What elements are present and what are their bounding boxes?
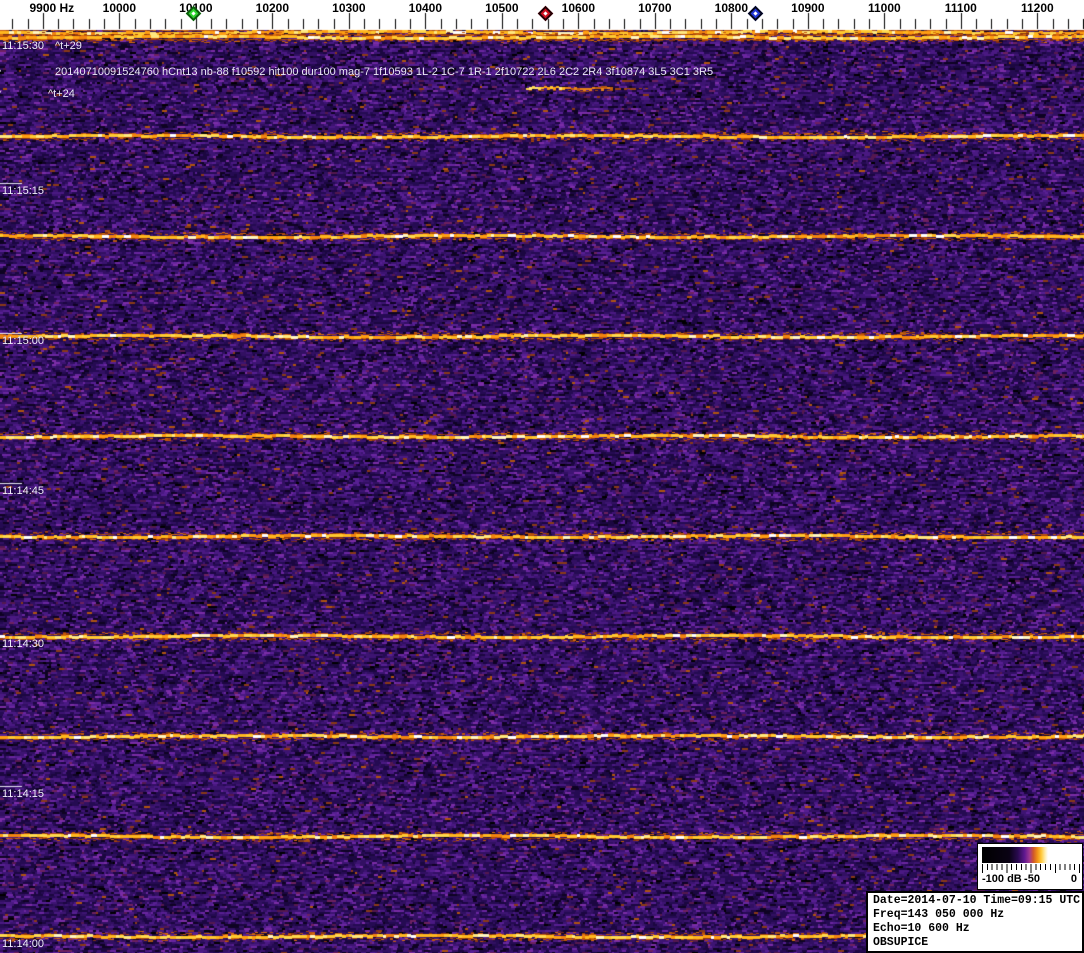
spectrogram-canvas[interactable] [0,0,1084,953]
marker-diamond-core [543,11,548,16]
colorbar-mid-label: -50 [1024,873,1040,885]
colorbar-max-label: 0 [1070,873,1077,885]
spectrogram-screen: 9900 Hz100001010010200103001040010500106… [0,0,1084,953]
colorbar-gradient [982,847,1079,863]
colorbar-min-label: -100 dB [982,873,1022,885]
marker-diamond-core [753,11,758,16]
info-frequency: Freq=143 050 000 Hz [873,908,1005,921]
annotation-t29: ^t+29 [55,40,82,52]
annotation-t24: ^t+24 [48,88,75,100]
annotation-edge-caret-2: ^ [0,87,1,99]
colorbar-major-ticks [982,864,1080,873]
annotation-detection-string: 20140710091524760 hCnt13 nb-88 f10592 hi… [55,66,714,78]
marker-diamond-core [191,11,196,16]
info-echo-offset: Echo=10 600 Hz [873,922,970,935]
info-station-name: OBSUPICE [873,936,929,949]
intensity-colorbar: -100 dB -50 0 [977,843,1083,890]
info-date-time: Date=2014-07-10 Time=09:15 UTC [873,894,1081,907]
annotation-edge-caret-1: ^ [0,66,1,78]
station-info-box: Date=2014-07-10 Time=09:15 UTC Freq=143 … [866,891,1084,953]
